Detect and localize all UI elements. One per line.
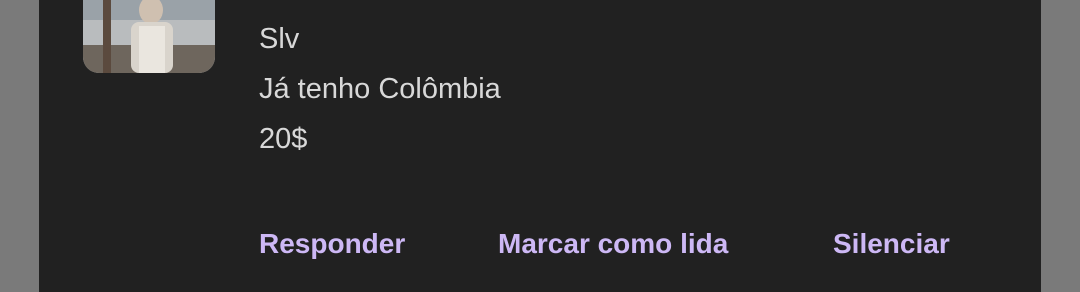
notification-card[interactable]: Slv Já tenho Colômbia 20$ Responder Marc… — [39, 0, 1041, 292]
sender-name: Slv — [259, 23, 300, 55]
message-line: 20$ — [259, 123, 308, 155]
notification-actions: Responder Marcar como lida Silenciar — [39, 226, 1041, 266]
mute-button[interactable]: Silenciar — [833, 226, 950, 262]
reply-button[interactable]: Responder — [259, 226, 405, 262]
avatar — [83, 0, 215, 73]
mark-as-read-button[interactable]: Marcar como lida — [498, 226, 728, 262]
message-line: Já tenho Colômbia — [259, 73, 501, 105]
